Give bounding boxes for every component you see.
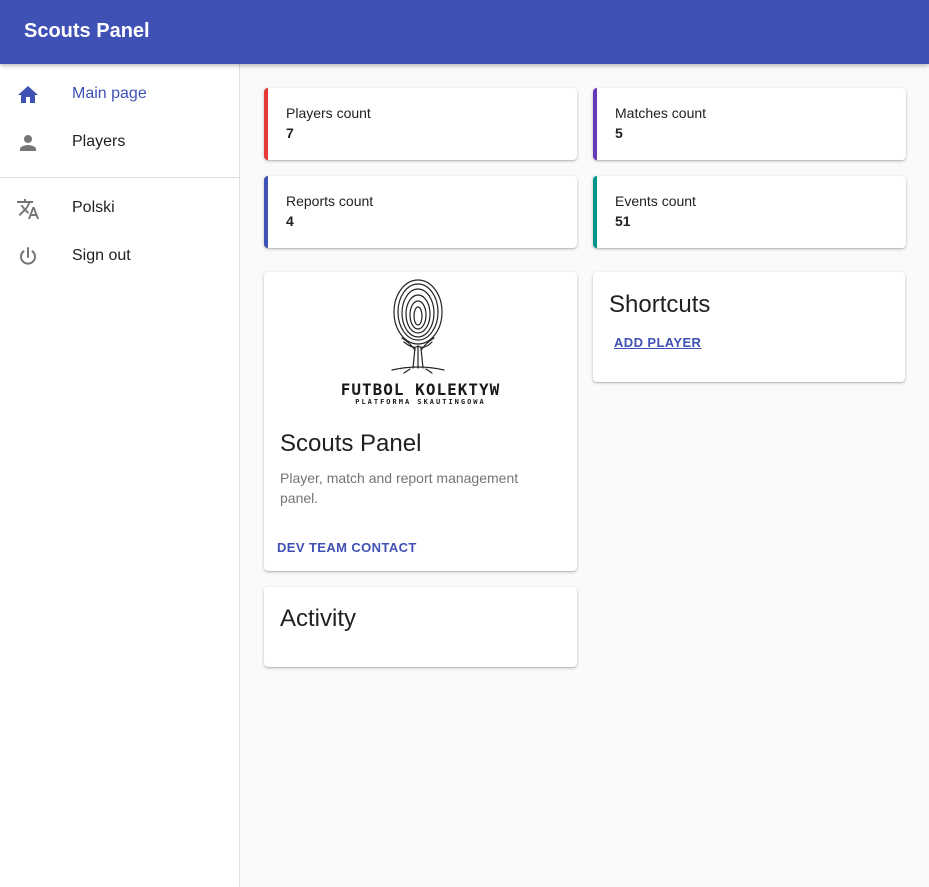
shortcuts-card: Shortcuts ADD PLAYER bbox=[593, 272, 905, 382]
logo-tagline: PLATFORMA SKAUTINGOWA bbox=[355, 398, 486, 406]
stat-value: 51 bbox=[615, 213, 631, 229]
shortcuts-title: Shortcuts bbox=[609, 291, 711, 318]
sidebar-item-label: Players bbox=[72, 133, 126, 150]
sidebar-item-players[interactable]: Players bbox=[0, 119, 239, 167]
sidebar-divider bbox=[0, 177, 239, 178]
matches-count-card: Matches count 5 bbox=[593, 88, 906, 160]
stat-label: Reports count bbox=[286, 193, 374, 209]
person-icon bbox=[20, 135, 36, 151]
panel-description: Player, match and report management pane… bbox=[280, 470, 519, 506]
sidebar-item-language[interactable]: Polski bbox=[0, 185, 239, 233]
stat-value: 7 bbox=[286, 125, 294, 141]
power-icon bbox=[20, 247, 36, 265]
sidebar-item-sign-out[interactable]: Sign out bbox=[0, 233, 239, 281]
stat-value: 4 bbox=[286, 213, 294, 229]
activity-card: Activity bbox=[264, 587, 577, 667]
app-bar: Scouts Panel bbox=[0, 0, 929, 64]
sidebar: Main page Players Polski Sign out bbox=[0, 64, 240, 887]
sidebar-item-label: Sign out bbox=[72, 247, 131, 264]
app-title: Scouts Panel bbox=[24, 20, 150, 42]
sidebar-item-main-page[interactable]: Main page bbox=[0, 71, 239, 119]
activity-title: Activity bbox=[280, 605, 357, 632]
home-icon bbox=[18, 86, 38, 103]
dev-team-contact-button[interactable]: DEV TEAM CONTACT bbox=[277, 540, 417, 555]
players-count-card: Players count 7 bbox=[264, 88, 577, 160]
stat-label: Events count bbox=[615, 193, 696, 209]
panel-title: Scouts Panel bbox=[280, 430, 422, 457]
sidebar-item-label: Main page bbox=[72, 85, 147, 102]
stat-label: Matches count bbox=[615, 105, 707, 121]
add-player-link[interactable]: ADD PLAYER bbox=[614, 335, 701, 350]
stat-value: 5 bbox=[615, 125, 623, 141]
sidebar-item-label: Polski bbox=[72, 199, 115, 216]
stat-label: Players count bbox=[286, 105, 371, 121]
translate-icon bbox=[17, 199, 39, 219]
events-count-card: Events count 51 bbox=[593, 176, 906, 248]
logo-brand: FUTBOL KOLEKTYW bbox=[340, 380, 501, 399]
about-card: FUTBOL KOLEKTYW PLATFORMA SKAUTINGOWA Sc… bbox=[264, 272, 577, 571]
reports-count-card: Reports count 4 bbox=[264, 176, 577, 248]
